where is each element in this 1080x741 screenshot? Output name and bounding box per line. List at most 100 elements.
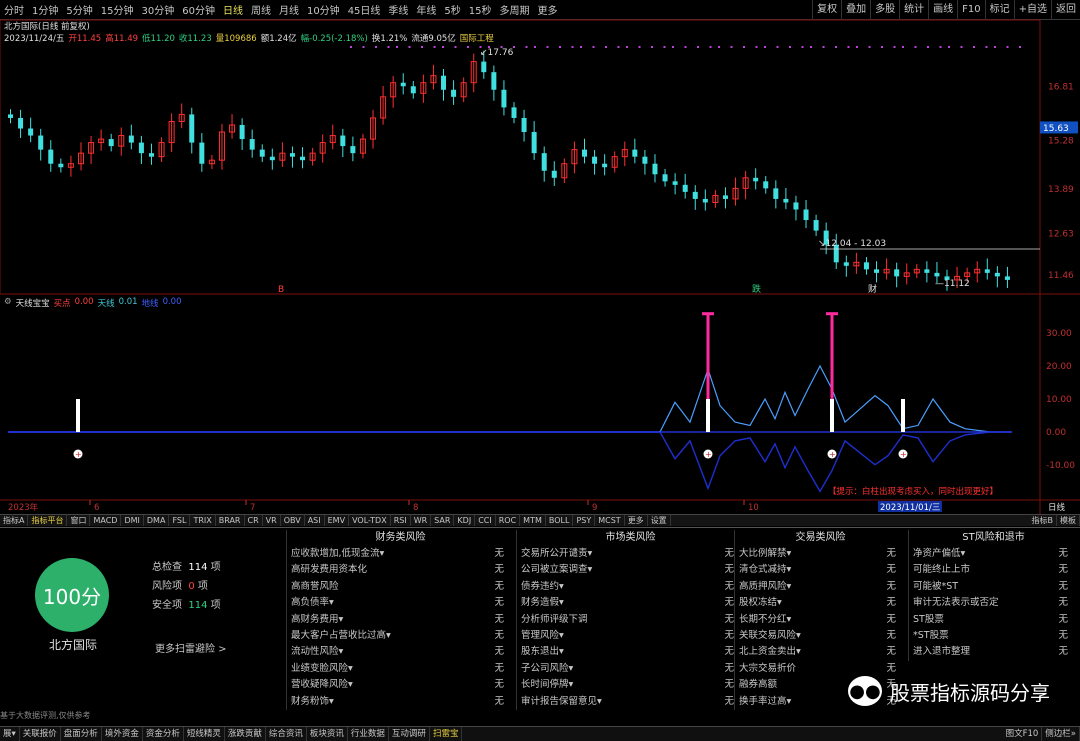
ground-value: 0.00 (162, 297, 182, 307)
risk-row[interactable]: 业绩变脸风险▾ 无 (287, 661, 514, 677)
indicator-tab-19[interactable]: CCI (475, 515, 496, 526)
risk-row[interactable]: 公司被立案调查▾ 无 (517, 562, 744, 578)
indicator-tab-5[interactable]: DMA (144, 515, 170, 526)
risk-row[interactable]: *ST股票 无 (909, 628, 1078, 644)
statusbar-item-3[interactable]: 境外资金 (102, 727, 143, 741)
statusbar-right-0[interactable]: 图文F10 (1003, 726, 1043, 741)
risk-row[interactable]: 高商誉风险 无 (287, 579, 514, 595)
statusbar-item-7[interactable]: 综合资讯 (266, 727, 307, 741)
risk-row[interactable]: 财务粉饰▾ 无 (287, 694, 514, 710)
indicator-tab-6[interactable]: FSL (169, 515, 191, 526)
statusbar-item-4[interactable]: 资金分析 (143, 727, 184, 741)
statusbar-item-1[interactable]: 关联报价 (20, 727, 61, 741)
risk-row[interactable]: 财务造假▾ 无 (517, 595, 744, 611)
indicator-tab-22[interactable]: BOLL (546, 515, 574, 526)
risk-row[interactable]: 子公司风险▾ 无 (517, 661, 744, 677)
indicator-tab-10[interactable]: VR (263, 515, 281, 526)
risk-row[interactable]: 可能终止上市 无 (909, 562, 1078, 578)
risk-row[interactable]: 关联交易风险▾ 无 (735, 628, 906, 644)
risk-row[interactable]: 高负债率▾ 无 (287, 595, 514, 611)
risk-row[interactable]: 流动性风险▾ 无 (287, 644, 514, 660)
risk-row[interactable]: 债券违约▾ 无 (517, 579, 744, 595)
risk-item-name: 长期不分红▾ (739, 613, 792, 625)
indicator-tab-1[interactable]: 指标平台 (28, 515, 68, 526)
indicator-tick-label: 20.00 (1046, 362, 1072, 372)
risk-item-name: ST股票 (913, 613, 944, 625)
risk-row[interactable]: 可能被*ST 无 (909, 579, 1078, 595)
risk-row[interactable]: 审计无法表示或否定 无 (909, 595, 1078, 611)
indicator-tab-24[interactable]: MCST (595, 515, 625, 526)
risk-row[interactable]: 高质押风险▾ 无 (735, 579, 906, 595)
risk-row[interactable]: 审计报告保留意见▾ 无 (517, 694, 744, 710)
risk-row[interactable]: 最大客户占营收比过高▾ 无 (287, 628, 514, 644)
risk-row[interactable]: 管理风险▾ 无 (517, 628, 744, 644)
signal-dot (605, 46, 607, 48)
statusbar-item-9[interactable]: 行业数据 (348, 727, 389, 741)
indicator-tab-right-1[interactable]: 模板 (1057, 515, 1080, 526)
risk-row[interactable]: 股东退出▾ 无 (517, 644, 744, 660)
indicator-tab-16[interactable]: WR (411, 515, 432, 526)
statusbar-item-6[interactable]: 涨跌贡献 (225, 727, 266, 741)
indicator-tab-12[interactable]: ASI (305, 515, 325, 526)
indicator-tab-8[interactable]: BRAR (216, 515, 245, 526)
indicator-tab-4[interactable]: DMI (121, 515, 144, 526)
risk-row[interactable]: ST股票 无 (909, 612, 1078, 628)
risk-item-status: 无 (724, 613, 734, 625)
risk-row[interactable]: 交易所公开谴责▾ 无 (517, 546, 744, 562)
indicator-tab-23[interactable]: PSY (573, 515, 596, 526)
time-axis: 2023年 6 7 8 9 10 2023/11/01/三 日线 (8, 500, 1066, 513)
risk-column-1: 市场类风险 交易所公开谴责▾ 无公司被立案调查▾ 无债券违约▾ 无财务造假▾ 无分析师评级… (516, 530, 744, 710)
signal-dot (559, 46, 561, 48)
risk-row[interactable]: 股权冻结▾ 无 (735, 595, 906, 611)
indicator-tab-14[interactable]: VOL-TDX (349, 515, 391, 526)
signal-dot (362, 46, 365, 48)
buy-marker-plus: + (829, 450, 836, 459)
risk-item-status: 无 (494, 597, 504, 609)
risk-row[interactable]: 长时间停牌▾ 无 (517, 677, 744, 693)
risk-row[interactable]: 北上资金卖出▾ 无 (735, 644, 906, 660)
signal-dot (421, 46, 423, 48)
risk-row[interactable]: 分析师评级下调 无 (517, 612, 744, 628)
indicator-tab-18[interactable]: KDJ (454, 515, 476, 526)
signal-dots (350, 46, 1021, 48)
risk-row[interactable]: 长期不分红▾ 无 (735, 612, 906, 628)
indicator-tab-17[interactable]: SAR (431, 515, 455, 526)
risk-row[interactable]: 进入退市整理 无 (909, 644, 1078, 660)
risk-row[interactable]: 营收疑降风险▾ 无 (287, 677, 514, 693)
statusbar-item-0[interactable]: 展▾ (0, 727, 20, 741)
indicator-tab-13[interactable]: EMV (325, 515, 350, 526)
wechat-icon: ●● (848, 676, 882, 706)
statusbar-right-1[interactable]: 侧边栏» (1042, 726, 1080, 741)
indicator-tab-7[interactable]: TRIX (190, 515, 216, 526)
indicator-tab-20[interactable]: ROC (496, 515, 521, 526)
statusbar-item-11[interactable]: 扫雷宝 (430, 727, 463, 741)
risk-row[interactable]: 大宗交易折价 无 (735, 661, 906, 677)
magenta-cap (826, 312, 838, 316)
indicator-tab-9[interactable]: CR (245, 515, 263, 526)
indicator-tab-right-0[interactable]: 指标B (1029, 515, 1057, 526)
indicator-tab-11[interactable]: OBV (281, 515, 305, 526)
more-scan-link[interactable]: 更多扫雷避险 > (155, 640, 227, 655)
kline-chart[interactable]: 16.81 15.63 15.28 13.89 12.63 11.46 ↙17.76 ↘12… (0, 0, 1080, 514)
risk-row[interactable]: 高财务费用▾ 无 (287, 612, 514, 628)
risk-row[interactable]: 大比例解禁▾ 无 (735, 546, 906, 562)
risk-row[interactable]: 高研发费用资本化 无 (287, 562, 514, 578)
indicator-tab-3[interactable]: MACD (90, 515, 122, 526)
indicator-tab-2[interactable]: 窗口 (67, 515, 91, 526)
candle-body-down (289, 153, 295, 157)
risk-row[interactable]: 应收款增加,低现金流▾ 无 (287, 546, 514, 562)
indicator-tab-26[interactable]: 设置 (648, 515, 671, 526)
indicator-tab-0[interactable]: 指标A (0, 515, 29, 526)
signal-dot (914, 46, 917, 48)
statusbar-item-10[interactable]: 互动调研 (389, 727, 430, 741)
statusbar-item-2[interactable]: 盘面分析 (61, 727, 102, 741)
settings-gear-icon[interactable]: ⚙ (4, 297, 12, 309)
candle-body-down (672, 181, 678, 185)
statusbar-item-5[interactable]: 短线精灵 (184, 727, 225, 741)
risk-row[interactable]: 清仓式减持▾ 无 (735, 562, 906, 578)
risk-row[interactable]: 净资产偏低▾ 无 (909, 546, 1078, 562)
indicator-tab-21[interactable]: MTM (520, 515, 546, 526)
indicator-tab-15[interactable]: RSI (391, 515, 411, 526)
indicator-tab-25[interactable]: 更多 (625, 515, 648, 526)
statusbar-item-8[interactable]: 板块资讯 (307, 727, 348, 741)
